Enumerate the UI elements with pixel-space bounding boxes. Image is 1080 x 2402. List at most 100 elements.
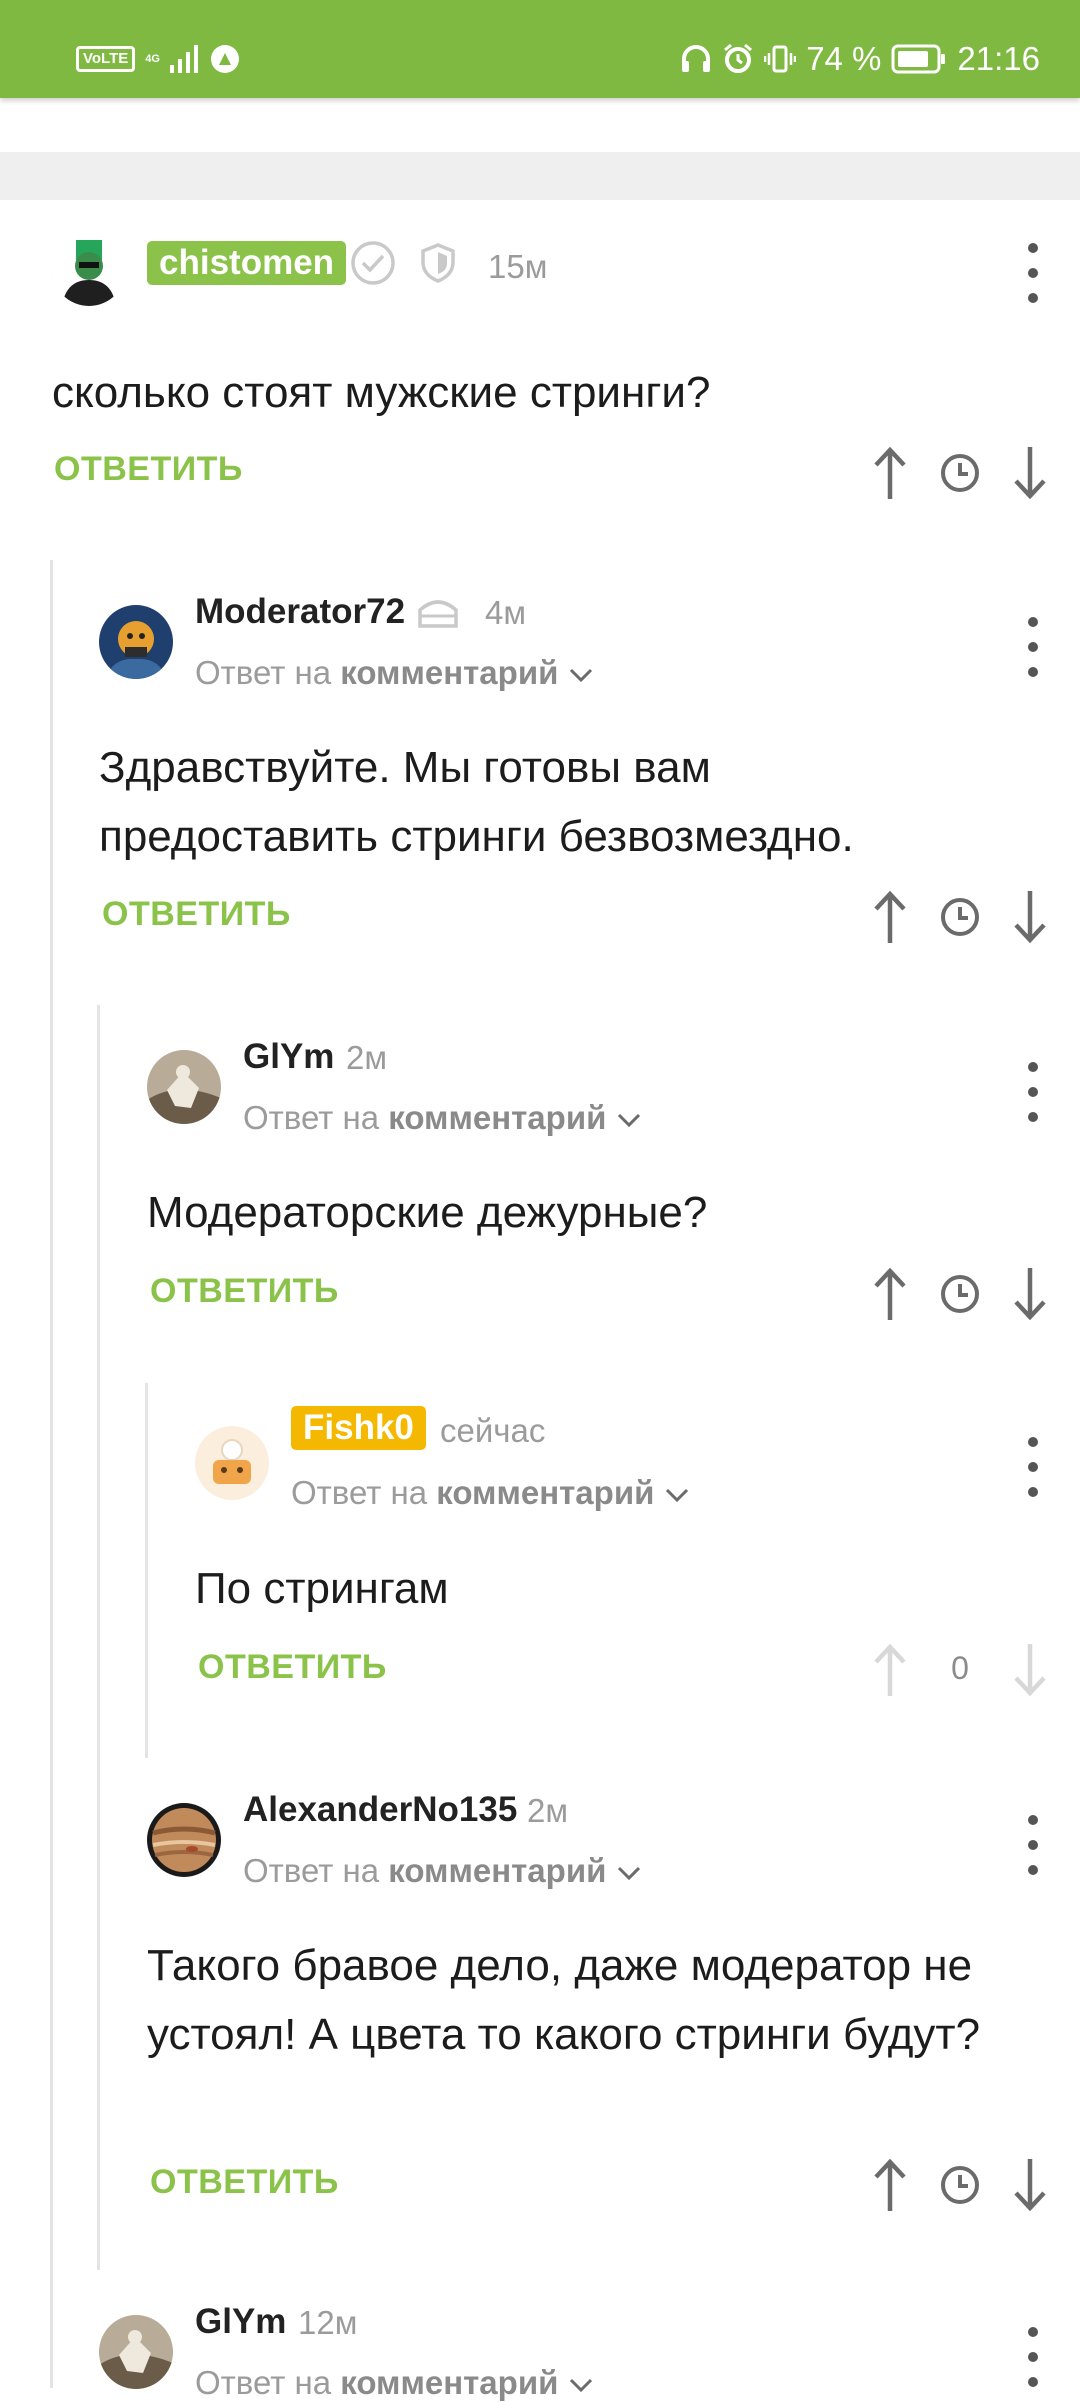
reply-button[interactable]: ОТВЕТИТЬ xyxy=(150,1272,339,1311)
verified-check-icon xyxy=(351,241,395,285)
username[interactable]: GlYm xyxy=(195,2302,286,2342)
downvote-arrow-icon[interactable] xyxy=(1010,887,1050,947)
thread-line-level2 xyxy=(97,1005,100,2270)
network-type: 4G xyxy=(145,53,160,65)
avatar[interactable] xyxy=(99,605,173,679)
vote-controls xyxy=(870,2155,1050,2215)
vote-controls xyxy=(870,1264,1050,1324)
app-notification-icon xyxy=(210,45,239,73)
reply-to-label: Ответ на xyxy=(243,1099,380,1136)
reply-to[interactable]: Ответ на комментарий xyxy=(195,654,594,692)
chevron-down-icon[interactable] xyxy=(616,1864,642,1882)
clock-icon[interactable] xyxy=(940,1274,980,1314)
upvote-arrow-icon[interactable] xyxy=(870,2155,910,2215)
comment-text: Здравствуйте. Мы готовы вам предоставить… xyxy=(99,743,854,861)
alarm-icon xyxy=(724,43,753,73)
vote-controls xyxy=(870,443,1050,503)
comment-text: сколько стоят мужские стринги? xyxy=(52,368,711,417)
comment-time: 2м xyxy=(527,1792,569,1829)
comment-time: 12м xyxy=(298,2304,358,2341)
comment-text: По стрингам xyxy=(195,1564,449,1613)
reply-to-link[interactable]: комментарий xyxy=(388,1852,606,1889)
avatar[interactable] xyxy=(52,232,126,306)
reply-to-link[interactable]: комментарий xyxy=(436,1474,654,1511)
more-options-icon[interactable] xyxy=(1026,617,1040,677)
moderator-icon xyxy=(418,600,458,628)
comment-time: 4м xyxy=(485,594,527,631)
status-right: 74 % 21:16 xyxy=(680,40,1040,78)
vote-controls: 0 xyxy=(870,1640,1050,1700)
username-badge[interactable]: chistomen xyxy=(147,241,347,285)
chevron-down-icon[interactable] xyxy=(568,666,594,684)
status-bar: VoLTE 4G 74 % 21:16 xyxy=(0,0,1080,98)
vibrate-icon xyxy=(764,45,797,73)
status-left: VoLTE 4G xyxy=(76,44,240,74)
thread-line-level3 xyxy=(145,1383,148,1758)
battery-percent: 74 % xyxy=(806,40,882,77)
signal-icon xyxy=(169,45,198,73)
reply-to[interactable]: Ответ на комментарий xyxy=(243,1099,642,1137)
clock-icon[interactable] xyxy=(940,2165,980,2205)
headphones-icon xyxy=(682,45,711,72)
volte-icon: VoLTE xyxy=(76,46,136,72)
chevron-down-icon[interactable] xyxy=(568,2376,594,2394)
downvote-arrow-icon[interactable] xyxy=(1010,1264,1050,1324)
upvote-arrow-icon[interactable] xyxy=(870,443,910,503)
reply-button[interactable]: ОТВЕТИТЬ xyxy=(150,2163,339,2202)
comment-time: 15м xyxy=(488,248,548,285)
reply-button[interactable]: ОТВЕТИТЬ xyxy=(54,450,243,489)
user-avatar-image xyxy=(52,232,126,306)
downvote-arrow-icon[interactable] xyxy=(1010,443,1050,503)
reply-to[interactable]: Ответ на комментарий xyxy=(195,2364,594,2402)
clock-icon[interactable] xyxy=(940,897,980,937)
reply-to-link[interactable]: комментарий xyxy=(340,2364,558,2401)
reply-to-label: Ответ на xyxy=(195,654,332,691)
avatar[interactable] xyxy=(99,2315,173,2389)
more-options-icon[interactable] xyxy=(1026,2327,1040,2387)
reply-to-label: Ответ на xyxy=(243,1852,380,1889)
user-avatar-image xyxy=(195,1426,269,1500)
username[interactable]: GlYm xyxy=(243,1037,334,1077)
user-avatar-image xyxy=(147,1803,221,1877)
avatar[interactable] xyxy=(147,1050,221,1124)
reply-to-link[interactable]: комментарий xyxy=(340,654,558,691)
username-badge[interactable]: Fishk0 xyxy=(291,1406,426,1450)
username[interactable]: AlexanderNo135 xyxy=(243,1790,517,1830)
more-options-icon[interactable] xyxy=(1026,1437,1040,1497)
downvote-arrow-icon[interactable] xyxy=(1010,1640,1050,1700)
comment-text: Модераторские дежурные? xyxy=(147,1188,708,1237)
reply-to-link[interactable]: комментарий xyxy=(388,1099,606,1136)
section-divider xyxy=(0,152,1080,200)
comment-text: Такого бравое дело, даже модератор не ус… xyxy=(147,1941,981,2059)
comment-time: 2м xyxy=(346,1039,388,1076)
reply-button[interactable]: ОТВЕТИТЬ xyxy=(102,895,291,934)
clock-icon[interactable] xyxy=(940,453,980,493)
user-avatar-image xyxy=(147,1050,221,1124)
chevron-down-icon[interactable] xyxy=(664,1486,690,1504)
user-avatar-image xyxy=(99,2315,173,2389)
vote-controls xyxy=(870,887,1050,947)
reply-to[interactable]: Ответ на комментарий xyxy=(291,1474,690,1512)
avatar[interactable] xyxy=(195,1426,269,1500)
avatar[interactable] xyxy=(147,1803,221,1877)
comment-time: сейчас xyxy=(440,1412,546,1449)
battery-icon xyxy=(891,44,946,74)
user-avatar-image xyxy=(99,605,173,679)
chevron-down-icon[interactable] xyxy=(616,1111,642,1129)
more-options-icon[interactable] xyxy=(1026,243,1040,303)
upvote-arrow-icon[interactable] xyxy=(870,887,910,947)
reply-to-label: Ответ на xyxy=(291,1474,428,1511)
upvote-arrow-icon[interactable] xyxy=(870,1264,910,1324)
more-options-icon[interactable] xyxy=(1026,1815,1040,1875)
upvote-arrow-icon[interactable] xyxy=(870,1640,910,1700)
more-options-icon[interactable] xyxy=(1026,1062,1040,1122)
reply-to-label: Ответ на xyxy=(195,2364,332,2401)
thread-line-level1 xyxy=(50,560,53,2388)
reply-button[interactable]: ОТВЕТИТЬ xyxy=(198,1648,387,1687)
reply-to[interactable]: Ответ на комментарий xyxy=(243,1852,642,1890)
clock: 21:16 xyxy=(957,40,1040,77)
shield-icon xyxy=(421,243,455,283)
username[interactable]: Moderator72 xyxy=(195,592,405,632)
downvote-arrow-icon[interactable] xyxy=(1010,2155,1050,2215)
vote-score: 0 xyxy=(951,1650,969,1686)
